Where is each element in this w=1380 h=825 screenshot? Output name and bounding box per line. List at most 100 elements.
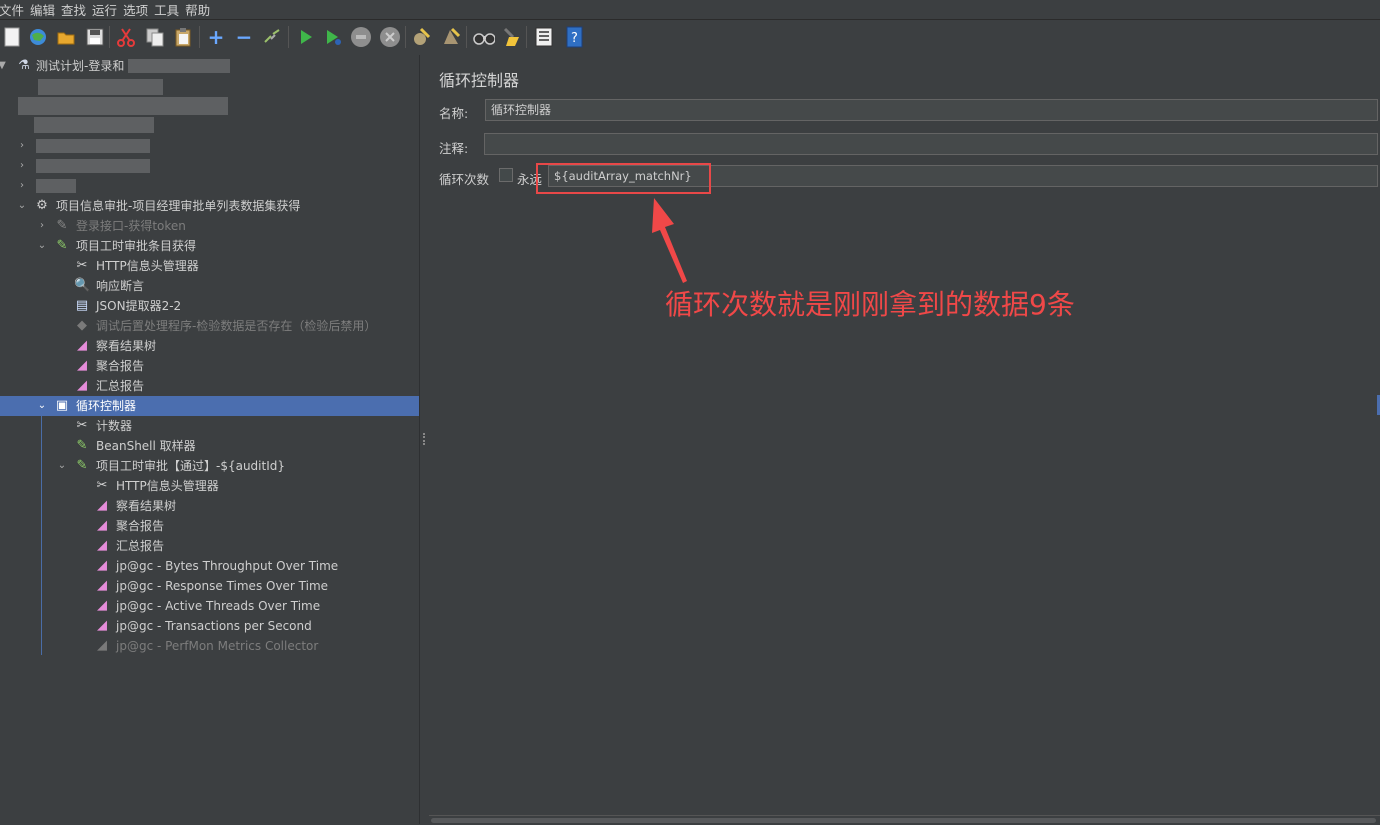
- tree-node-header-manager[interactable]: ✂ HTTP信息头管理器: [0, 476, 419, 496]
- menu-search[interactable]: 查找: [61, 0, 92, 19]
- tree-node-aggregate-report[interactable]: ◢ 聚合报告: [0, 516, 419, 536]
- svg-text:?: ?: [571, 31, 578, 46]
- tree-node-graph-bytes[interactable]: ◢ jp@gc - Bytes Throughput Over Time: [0, 556, 419, 576]
- copy-icon[interactable]: [144, 26, 166, 48]
- shutdown-icon[interactable]: [379, 26, 401, 48]
- blurred-region: [38, 79, 163, 95]
- tree-node-counter[interactable]: ✂ 计数器: [0, 416, 419, 436]
- chevron-down-icon[interactable]: ⌄: [56, 456, 68, 476]
- comment-field[interactable]: [484, 133, 1378, 155]
- function-helper-icon[interactable]: [533, 26, 555, 48]
- tree-node-label: 响应断言: [96, 279, 145, 293]
- clear-all-icon[interactable]: [440, 26, 462, 48]
- stop-icon[interactable]: [350, 26, 372, 48]
- chevron-down-icon[interactable]: ⌄: [36, 236, 48, 256]
- wrench-icon: ✂: [76, 258, 88, 273]
- blurred-region: [36, 139, 150, 153]
- new-icon[interactable]: [1, 26, 23, 48]
- name-field[interactable]: 循环控制器: [485, 99, 1378, 121]
- document-icon: ▤: [75, 298, 89, 313]
- menu-options[interactable]: 选项: [123, 0, 154, 19]
- chevron-down-icon[interactable]: ⌄: [16, 196, 28, 216]
- forever-checkbox[interactable]: [499, 168, 513, 182]
- annotation-text: 循环次数就是刚刚拿到的数据9条: [665, 288, 1075, 321]
- chart-icon: ◢: [97, 598, 107, 613]
- tree-node-graph-perfmon[interactable]: ◢ jp@gc - PerfMon Metrics Collector: [0, 636, 419, 656]
- tree-node-sampler[interactable]: ⌄ ✎ 项目工时审批【通过】-${auditId}: [0, 456, 419, 476]
- tree-node-view-results[interactable]: ◢ 察看结果树: [0, 496, 419, 516]
- chevron-right-icon[interactable]: ›: [16, 176, 28, 196]
- tree-node-label: jp@gc - Active Threads Over Time: [116, 599, 321, 613]
- reset-search-icon[interactable]: [500, 26, 522, 48]
- cut-icon[interactable]: [115, 26, 137, 48]
- tree-node-graph-tps[interactable]: ◢ jp@gc - Transactions per Second: [0, 616, 419, 636]
- tree-node-graph-response[interactable]: ◢ jp@gc - Response Times Over Time: [0, 576, 419, 596]
- collapse-icon[interactable]: −: [233, 26, 255, 48]
- tree-node-assertion[interactable]: 🔍 响应断言: [0, 276, 419, 296]
- scrollbar-thumb[interactable]: [431, 818, 1376, 823]
- tree-node-label: 汇总报告: [116, 539, 165, 553]
- tree-node-summary-report[interactable]: ◢ 汇总报告: [0, 536, 419, 556]
- toolbar-separator: [405, 26, 406, 48]
- tree-node-json-extractor[interactable]: ▤ JSON提取器2-2: [0, 296, 419, 316]
- tree-node-thread-group[interactable]: ⌄ ⚙ 项目信息审批-项目经理审批单列表数据集获得: [0, 196, 419, 216]
- start-icon[interactable]: [295, 26, 317, 48]
- templates-icon[interactable]: [27, 26, 49, 48]
- tree-node-label: 计数器: [96, 419, 133, 433]
- tree-node-label: 循环控制器: [76, 399, 137, 413]
- tree-node-label: 项目工时审批条目获得: [76, 239, 197, 253]
- chevron-right-icon[interactable]: ›: [16, 136, 28, 156]
- paste-icon[interactable]: [172, 26, 194, 48]
- menu-tools[interactable]: 工具: [154, 0, 185, 19]
- chevron-right-icon[interactable]: ›: [36, 216, 48, 236]
- search-icon[interactable]: [473, 26, 495, 48]
- expand-icon[interactable]: +: [205, 26, 227, 48]
- save-icon[interactable]: [84, 26, 106, 48]
- tree-node-label: 察看结果树: [116, 499, 177, 513]
- toggle-icon[interactable]: [261, 26, 283, 48]
- drag-handle-icon[interactable]: [423, 433, 427, 445]
- tree-node-aggregate-report[interactable]: ◢ 聚合报告: [0, 356, 419, 376]
- menu-edit[interactable]: 编辑: [30, 0, 61, 19]
- tree-node-label: 项目工时审批【通过】-${auditId}: [96, 459, 286, 473]
- flask-icon: ⚗: [18, 58, 30, 73]
- chart-icon: ◢: [77, 338, 87, 353]
- annotation-arrow-icon: [652, 198, 687, 283]
- tree-node-label: HTTP信息头管理器: [96, 259, 199, 273]
- pipette-icon: ✎: [76, 438, 88, 453]
- chevron-down-icon[interactable]: ⌄: [36, 396, 48, 416]
- chart-icon: ◢: [97, 578, 107, 593]
- loop-icon: ▣: [55, 398, 69, 413]
- tree-node-label: 调试后置处理程序-检验数据是否存在（检验后禁用）: [96, 319, 377, 333]
- tree-node-label: jp@gc - Bytes Throughput Over Time: [116, 559, 339, 573]
- menu-file[interactable]: 文件: [0, 0, 30, 19]
- magnifier-icon: 🔍: [74, 278, 91, 293]
- help-icon[interactable]: ?: [563, 26, 585, 48]
- chevron-right-icon[interactable]: ›: [16, 156, 28, 176]
- annotation-highlight-box: [536, 163, 711, 194]
- panel-title: 循环控制器: [439, 71, 520, 90]
- blurred-region: [34, 117, 154, 133]
- chart-icon: ◢: [97, 558, 107, 573]
- clear-icon[interactable]: [411, 26, 433, 48]
- tree-node-view-results[interactable]: ◢ 察看结果树: [0, 336, 419, 356]
- chevron-down-icon[interactable]: ▼: [0, 56, 8, 76]
- tree-node-header-manager[interactable]: ✂ HTTP信息头管理器: [0, 256, 419, 276]
- open-icon[interactable]: [55, 26, 77, 48]
- tree-node-sampler[interactable]: ⌄ ✎ 项目工时审批条目获得: [0, 236, 419, 256]
- tree-node-login-sampler[interactable]: › ✎ 登录接口-获得token: [0, 216, 419, 236]
- name-label: 名称:: [439, 106, 469, 121]
- start-no-pauses-icon[interactable]: [322, 26, 344, 48]
- tree-node-graph-threads[interactable]: ◢ jp@gc - Active Threads Over Time: [0, 596, 419, 616]
- tree-node-label: 聚合报告: [96, 359, 145, 373]
- tree-node-loop-controller[interactable]: ⌄ ▣ 循环控制器: [0, 396, 419, 416]
- tree-node-beanshell[interactable]: ✎ BeanShell 取样器: [0, 436, 419, 456]
- tree-node-label: BeanShell 取样器: [96, 439, 196, 453]
- tree-node-summary-report[interactable]: ◢ 汇总报告: [0, 376, 419, 396]
- tree-node-debug-postprocessor[interactable]: ◆ 调试后置处理程序-检验数据是否存在（检验后禁用）: [0, 316, 419, 336]
- chart-icon: ◢: [97, 538, 107, 553]
- menu-help[interactable]: 帮助: [185, 0, 216, 19]
- tree-node-label: 聚合报告: [116, 519, 165, 533]
- menu-run[interactable]: 运行: [92, 0, 123, 19]
- blurred-region: [36, 179, 76, 193]
